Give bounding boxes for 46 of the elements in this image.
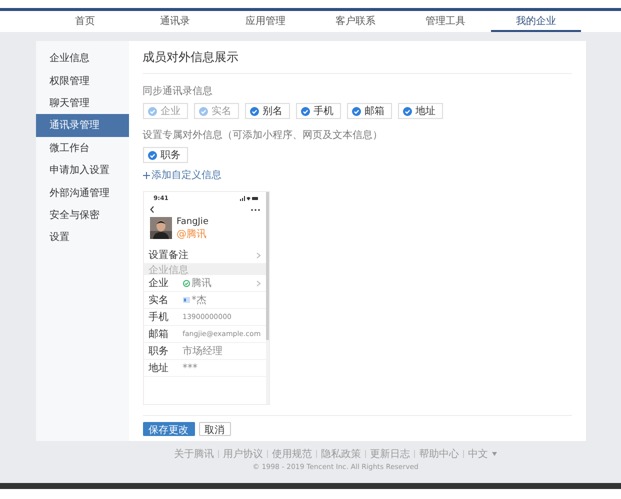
field-label: 邮箱 xyxy=(148,328,170,341)
section-header: 企业信息 xyxy=(144,264,266,275)
sidebar-item[interactable]: 权限管理 xyxy=(36,69,128,92)
page-title: 成员对外信息展示 xyxy=(142,41,572,74)
company-name: @腾讯 xyxy=(176,228,208,241)
plus-icon xyxy=(142,172,150,178)
chevron-icon xyxy=(256,252,261,258)
field-value: *** xyxy=(182,362,198,374)
option-chip[interactable]: 别名 xyxy=(244,103,290,119)
verified-icon xyxy=(182,280,190,286)
sidebar-item[interactable]: 设置 xyxy=(36,226,128,249)
field-value: 腾讯 xyxy=(192,276,212,290)
sidebar-item[interactable]: 聊天管理 xyxy=(36,92,128,114)
sidebar-item[interactable]: 企业信息 xyxy=(36,47,128,70)
caret-icon xyxy=(492,452,497,456)
field-label: 实名 xyxy=(148,294,170,307)
chevron-icon xyxy=(256,280,261,286)
contact-name: FangJie xyxy=(176,217,208,227)
option-chip[interactable]: 地址 xyxy=(398,103,442,119)
nav-tab[interactable]: 通讯录 xyxy=(130,11,220,32)
remark-label: 设置备注 xyxy=(148,248,188,262)
back-icon[interactable] xyxy=(150,206,154,213)
cancel-button[interactable]: 取消 xyxy=(198,422,230,436)
field-label: 地址 xyxy=(148,362,170,375)
sidebar-item[interactable]: 外部沟通管理 xyxy=(36,181,128,204)
sidebar-item[interactable]: 安全与保密 xyxy=(36,204,128,226)
sidebar-item[interactable]: 微工作台 xyxy=(36,136,128,159)
nav-tab[interactable]: 管理工具 xyxy=(400,11,491,32)
nav-tab[interactable]: 客户联系 xyxy=(310,11,401,32)
save-button[interactable]: 保存更改 xyxy=(142,422,194,436)
status-icons xyxy=(240,196,258,201)
sidebar-item[interactable]: 通讯录管理 xyxy=(36,114,128,137)
nav-tab[interactable]: 首页 xyxy=(40,11,130,32)
field-value: *杰 xyxy=(192,294,206,307)
field-value: 市场经理 xyxy=(182,344,222,358)
option-chip[interactable]: 邮箱 xyxy=(346,103,392,119)
field-label: 企业 xyxy=(148,276,170,290)
nav-tab[interactable]: 应用管理 xyxy=(220,11,310,32)
option-chip[interactable]: 职务 xyxy=(142,147,188,163)
option-chip[interactable]: 手机 xyxy=(296,103,340,119)
field-label: 手机 xyxy=(148,310,170,324)
id-card-icon xyxy=(182,297,190,303)
field-label: 职务 xyxy=(148,345,170,358)
section-label: 同步通讯录信息 xyxy=(142,84,214,98)
sidebar-item[interactable]: 申请加入设置 xyxy=(36,158,128,182)
section-label: 设置专属对外信息（可添加小程序、网页及文本信息） xyxy=(142,128,384,142)
